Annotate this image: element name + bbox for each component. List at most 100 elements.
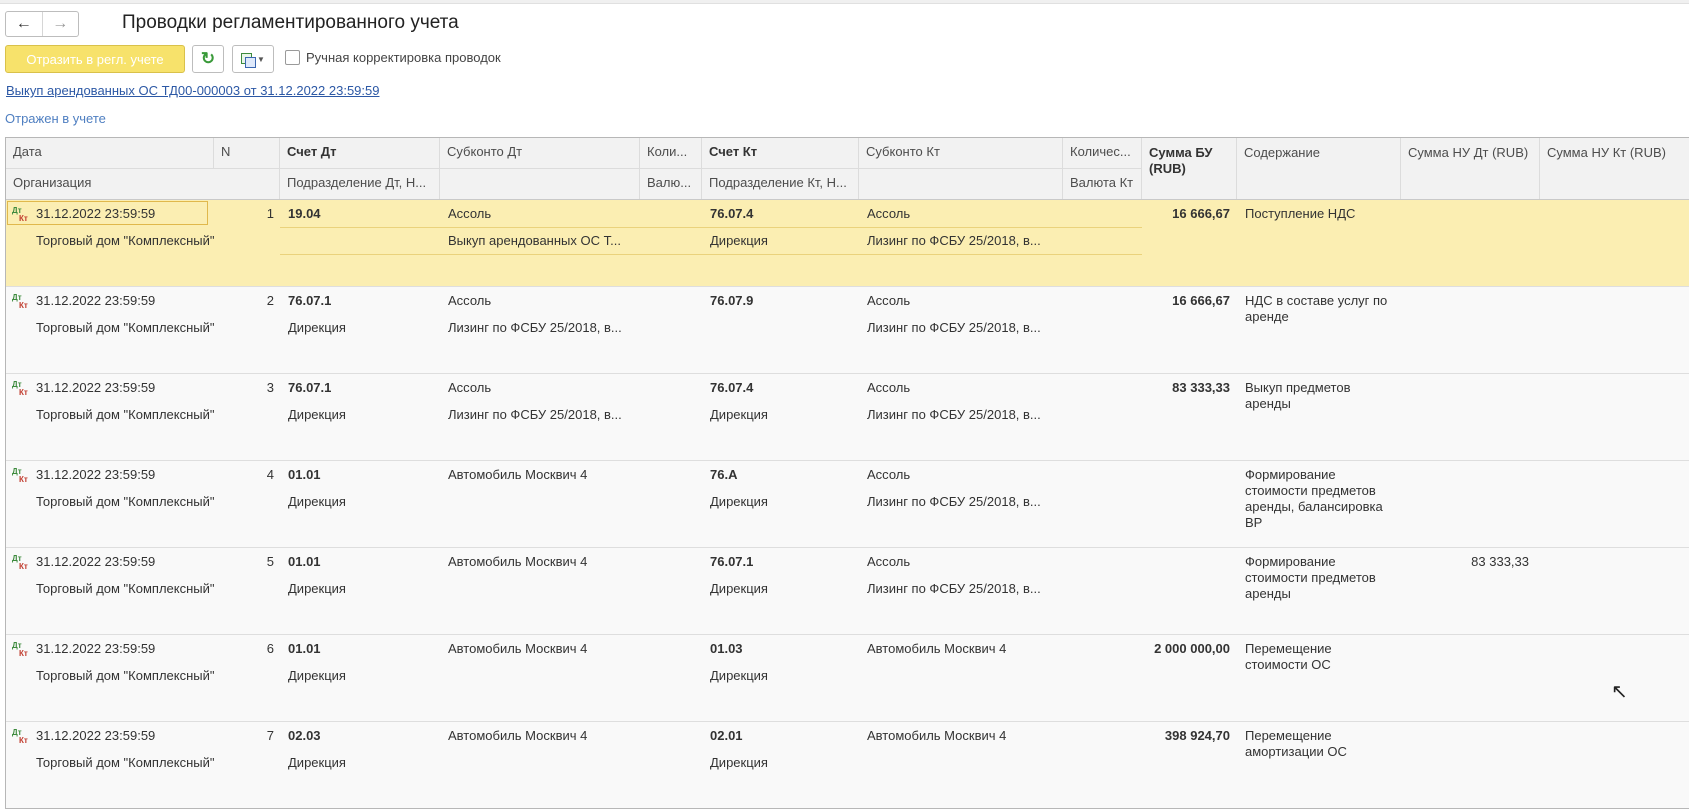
row-department-kt: Дирекция: [710, 233, 768, 248]
table-row[interactable]: Дт Кт 31.12.2022 23:59:59 2 Торговый дом "Ко…: [6, 287, 1689, 374]
row-account-dt: 01.01: [288, 641, 321, 656]
row-subconto-kt-1: Ассоль: [867, 380, 911, 395]
row-sum-bu: 16 666,67: [1172, 206, 1230, 221]
row-subline: [280, 227, 1142, 228]
row-subconto-dt-1: Автомобиль Москвич 4: [448, 554, 588, 569]
row-subconto-kt-1: Ассоль: [867, 467, 911, 482]
table-header: Дата N Организация Счет Дт Подразделение…: [6, 138, 1689, 200]
row-sum-bu: 83 333,33: [1172, 380, 1230, 395]
col-sum-bu[interactable]: Сумма БУ (RUB): [1142, 138, 1237, 199]
status-link[interactable]: Отражен в учете: [5, 111, 106, 126]
row-subconto-kt-1: Ассоль: [867, 206, 911, 221]
dt-kt-icon: Дт Кт: [12, 554, 28, 571]
postings-table: Дата N Организация Счет Дт Подразделение…: [5, 137, 1689, 809]
row-department-dt: Дирекция: [288, 581, 346, 596]
table-row[interactable]: Дт Кт 31.12.2022 23:59:59 3 Торговый дом "Ко…: [6, 374, 1689, 461]
col-dept-kt[interactable]: Подразделение Кт, Н...: [702, 169, 859, 199]
row-number: 6: [266, 641, 274, 656]
col-date[interactable]: Дата: [6, 138, 214, 168]
row-date: 31.12.2022 23:59:59: [36, 728, 156, 743]
arrow-right-icon[interactable]: →: [43, 12, 79, 36]
manual-adjust-checkbox[interactable]: [285, 50, 300, 65]
row-account-dt: 19.04: [288, 206, 321, 221]
page-title: Проводки регламентированного учета: [122, 12, 459, 33]
col-qty-kt[interactable]: Количес...: [1063, 138, 1142, 168]
col-sub-kt-blank: [859, 169, 1063, 199]
row-subconto-dt-1: Автомобиль Москвич 4: [448, 641, 588, 656]
row-account-dt: 01.01: [288, 554, 321, 569]
row-sum-bu: 398 924,70: [1164, 728, 1230, 743]
row-content: Поступление НДС: [1245, 206, 1356, 221]
col-cur-kt[interactable]: Валюта Кт: [1063, 169, 1142, 199]
row-subconto-kt-1: Ассоль: [867, 293, 911, 308]
row-department-kt: Дирекция: [710, 581, 768, 596]
row-account-kt: 76.А: [710, 467, 738, 482]
row-subconto-kt-1: Автомобиль Москвич 4: [867, 641, 1007, 656]
manual-adjust-toggle[interactable]: Ручная корректировка проводок: [285, 50, 501, 65]
row-number: 5: [266, 554, 274, 569]
manual-adjust-label: Ручная корректировка проводок: [306, 50, 501, 65]
row-account-dt: 76.07.1: [288, 293, 332, 308]
col-dept-dt[interactable]: Подразделение Дт, Н...: [280, 169, 440, 199]
row-department-dt: Дирекция: [288, 320, 346, 335]
dt-kt-icon: Дт Кт: [12, 380, 28, 397]
col-cur-dt[interactable]: Валю...: [640, 169, 702, 199]
col-sum-nu-kt[interactable]: Сумма НУ Кт (RUB): [1540, 138, 1689, 199]
row-department-kt: Дирекция: [710, 755, 768, 770]
row-account-kt: 76.07.4: [710, 380, 754, 395]
row-subconto-kt-2: Лизинг по ФСБУ 25/2018, в...: [867, 494, 1041, 509]
row-subconto-dt-1: Ассоль: [448, 380, 492, 395]
dt-kt-icon: Дт Кт: [12, 641, 28, 658]
col-acc-kt[interactable]: Счет Кт: [702, 138, 859, 168]
col-org[interactable]: Организация: [6, 169, 280, 199]
row-subconto-dt-2: Лизинг по ФСБУ 25/2018, в...: [448, 407, 622, 422]
copy-icon: [241, 52, 257, 68]
row-account-dt: 01.01: [288, 467, 321, 482]
document-link[interactable]: Выкуп арендованных ОС ТД00-000003 от 31.…: [6, 83, 379, 98]
table-row[interactable]: Дт Кт 31.12.2022 23:59:59 6 Торговый дом "Ко…: [6, 635, 1689, 722]
row-content: НДС в составе услуг по аренде: [1245, 293, 1388, 324]
row-subconto-dt-2: Выкуп арендованных ОС Т...: [448, 233, 621, 248]
table-row[interactable]: Дт Кт 31.12.2022 23:59:59 1 Торговый дом "Ко…: [6, 200, 1689, 287]
window-top-strip: [0, 0, 1689, 4]
row-date: 31.12.2022 23:59:59: [36, 467, 156, 482]
row-number: 2: [266, 293, 274, 308]
col-content[interactable]: Содержание: [1237, 138, 1401, 199]
row-subconto-kt-2: Лизинг по ФСБУ 25/2018, в...: [867, 407, 1041, 422]
arrow-left-icon[interactable]: ←: [6, 12, 43, 36]
row-account-kt: 01.03: [710, 641, 743, 656]
row-subconto-kt-1: Ассоль: [867, 554, 911, 569]
dt-kt-icon: Дт Кт: [12, 467, 28, 484]
col-sub-kt[interactable]: Субконто Кт: [859, 138, 1063, 168]
row-organization: Торговый дом "Комплексный": [36, 755, 215, 770]
row-organization: Торговый дом "Комплексный": [36, 494, 215, 509]
col-acc-dt[interactable]: Счет Дт: [280, 138, 440, 168]
row-sum-bu: 2 000 000,00: [1154, 641, 1230, 656]
row-account-dt: 76.07.1: [288, 380, 332, 395]
col-sum-nu-dt[interactable]: Сумма НУ Дт (RUB): [1401, 138, 1540, 199]
row-sum-nu-dt: 83 333,33: [1471, 554, 1529, 569]
row-subconto-kt-2: Лизинг по ФСБУ 25/2018, в...: [867, 581, 1041, 596]
row-department-dt: Дирекция: [288, 755, 346, 770]
dt-kt-icon: Дт Кт: [12, 728, 28, 745]
col-qty-dt[interactable]: Коли...: [640, 138, 702, 168]
col-sub-dt[interactable]: Субконто Дт: [440, 138, 640, 168]
refresh-icon[interactable]: ↻: [192, 45, 224, 73]
row-account-dt: 02.03: [288, 728, 321, 743]
row-subconto-dt-1: Автомобиль Москвич 4: [448, 467, 588, 482]
post-to-accounting-button[interactable]: Отразить в регл. учете: [5, 45, 185, 73]
row-date: 31.12.2022 23:59:59: [36, 380, 156, 395]
row-subconto-dt-1: Ассоль: [448, 206, 492, 221]
copy-button[interactable]: ▼: [232, 45, 274, 73]
row-subconto-dt-1: Автомобиль Москвич 4: [448, 728, 588, 743]
table-row[interactable]: Дт Кт 31.12.2022 23:59:59 5 Торговый дом "Ко…: [6, 548, 1689, 635]
row-subconto-kt-2: Лизинг по ФСБУ 25/2018, в...: [867, 233, 1041, 248]
header-divider: [6, 168, 1142, 169]
row-organization: Торговый дом "Комплексный": [36, 668, 215, 683]
row-department-dt: Дирекция: [288, 668, 346, 683]
col-n[interactable]: N: [214, 138, 280, 168]
row-number: 1: [266, 206, 274, 221]
table-row[interactable]: Дт Кт 31.12.2022 23:59:59 4 Торговый дом "Ко…: [6, 461, 1689, 548]
table-row[interactable]: Дт Кт 31.12.2022 23:59:59 7 Торговый дом "Ко…: [6, 722, 1689, 808]
row-number: 4: [266, 467, 274, 482]
